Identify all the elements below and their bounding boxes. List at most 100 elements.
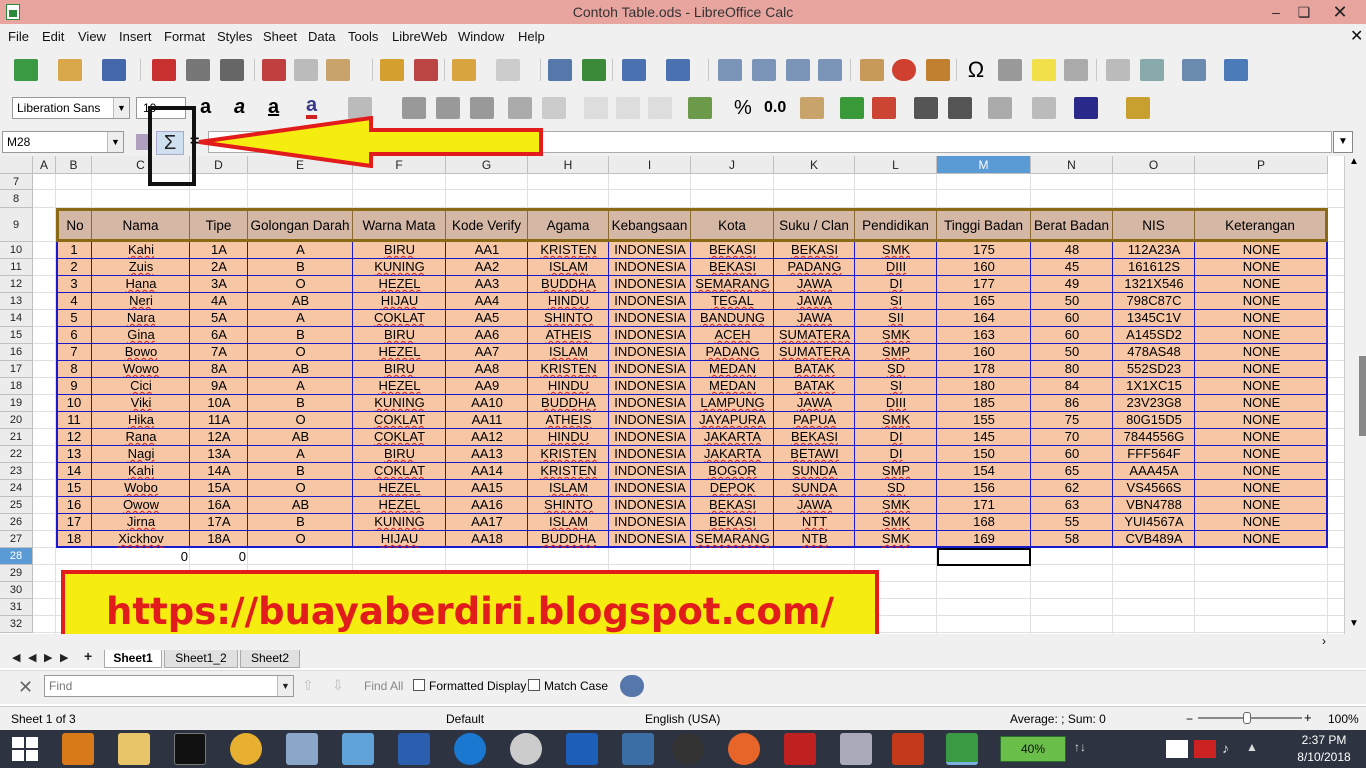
table-cell[interactable]: INDONESIA xyxy=(609,327,691,344)
table-cell[interactable]: BUDDHA xyxy=(528,531,609,548)
header-cell[interactable]: Nama xyxy=(92,211,190,239)
table-cell[interactable]: 60 xyxy=(1031,310,1113,327)
table-cell[interactable]: 75 xyxy=(1031,412,1113,429)
table-cell[interactable]: INDONESIA xyxy=(609,429,691,446)
table-cell[interactable]: MEDAN xyxy=(691,361,774,378)
scroll-right-icon[interactable]: › xyxy=(1322,634,1326,648)
name-box[interactable]: M28 ▼ xyxy=(2,131,124,153)
formatted-display-checkbox[interactable] xyxy=(413,679,425,691)
table-cell[interactable]: 154 xyxy=(937,463,1031,480)
table-cell[interactable]: SMK xyxy=(855,242,937,259)
table-cell[interactable]: PAPUA xyxy=(774,412,855,429)
align-bottom-icon[interactable] xyxy=(648,97,672,119)
game-app-icon[interactable] xyxy=(892,733,924,765)
table-cell[interactable]: COKLAT xyxy=(353,463,446,480)
table-cell[interactable]: JAWA xyxy=(774,310,855,327)
column-header-o[interactable]: O xyxy=(1113,156,1195,174)
spelling-icon[interactable] xyxy=(582,59,606,81)
table-cell[interactable]: 8A xyxy=(190,361,248,378)
header-cell[interactable]: Pendidikan xyxy=(855,211,937,239)
table-cell[interactable]: JAWA xyxy=(774,276,855,293)
table-cell[interactable]: 2 xyxy=(56,259,92,276)
table-cell[interactable]: A xyxy=(248,378,353,395)
column-header-l[interactable]: L xyxy=(855,156,937,174)
prev-sheet-icon[interactable]: ◀ xyxy=(28,651,36,664)
table-cell[interactable]: AA7 xyxy=(446,344,528,361)
table-cell[interactable]: JAWA xyxy=(774,395,855,412)
print-preview-icon[interactable] xyxy=(220,59,244,81)
table-cell[interactable]: 80G15D5 xyxy=(1113,412,1195,429)
header-cell[interactable]: Golongan Darah xyxy=(248,211,353,239)
table-cell[interactable]: 1321X546 xyxy=(1113,276,1195,293)
table-cell[interactable]: 10A xyxy=(190,395,248,412)
table-cell[interactable]: 18 xyxy=(56,531,92,548)
table-cell[interactable]: Hika xyxy=(92,412,190,429)
table-cell[interactable]: Hana xyxy=(92,276,190,293)
table-cell[interactable]: 50 xyxy=(1031,344,1113,361)
table-cell[interactable]: NONE xyxy=(1195,344,1328,361)
table-cell[interactable]: BIRU xyxy=(353,327,446,344)
table-cell[interactable]: 7 xyxy=(56,344,92,361)
table-cell[interactable]: 9A xyxy=(190,378,248,395)
header-cell[interactable]: Tipe xyxy=(190,211,248,239)
table-cell[interactable]: 112A23A xyxy=(1113,242,1195,259)
clock-app-icon[interactable] xyxy=(510,733,542,765)
table-cell[interactable]: Owow xyxy=(92,497,190,514)
table-cell[interactable]: ISLAM xyxy=(528,480,609,497)
row-header-14[interactable]: 14 xyxy=(0,310,33,327)
table-cell[interactable]: 177 xyxy=(937,276,1031,293)
print-icon[interactable] xyxy=(186,59,210,81)
minimize-icon[interactable]: – xyxy=(1262,2,1290,22)
border-style-icon[interactable] xyxy=(1032,97,1056,119)
table-cell[interactable]: 65 xyxy=(1031,463,1113,480)
table-cell[interactable]: AA14 xyxy=(446,463,528,480)
table-cell[interactable]: 50 xyxy=(1031,293,1113,310)
table-cell[interactable]: COKLAT xyxy=(353,412,446,429)
tray-app-icon[interactable] xyxy=(1166,740,1188,758)
table-cell[interactable]: KUNING xyxy=(353,514,446,531)
table-cell[interactable]: 145 xyxy=(937,429,1031,446)
row-header-12[interactable]: 12 xyxy=(0,276,33,293)
table-cell[interactable]: JAYAPURA xyxy=(691,412,774,429)
table-cell[interactable]: JAKARTA xyxy=(691,429,774,446)
table-cell[interactable]: Cici xyxy=(92,378,190,395)
table-cell[interactable]: 13 xyxy=(56,446,92,463)
table-cell[interactable]: AA12 xyxy=(446,429,528,446)
row-header-27[interactable]: 27 xyxy=(0,531,33,548)
export-pdf-icon[interactable] xyxy=(152,59,176,81)
table-cell[interactable]: KRISTEN xyxy=(528,446,609,463)
table-cell[interactable]: SD xyxy=(855,361,937,378)
table-cell[interactable]: BIRU xyxy=(353,446,446,463)
row-header-11[interactable]: 11 xyxy=(0,259,33,276)
table-cell[interactable]: NONE xyxy=(1195,242,1328,259)
table-cell[interactable]: 1A xyxy=(190,242,248,259)
table-cell[interactable]: HEZEL xyxy=(353,344,446,361)
row-header-30[interactable]: 30 xyxy=(0,582,33,599)
table-cell[interactable]: COKLAT xyxy=(353,310,446,327)
table-cell[interactable]: SII xyxy=(855,310,937,327)
table-cell[interactable]: INDONESIA xyxy=(609,412,691,429)
table-cell[interactable]: NONE xyxy=(1195,446,1328,463)
table-cell[interactable]: SMK xyxy=(855,412,937,429)
header-cell[interactable]: Kebangsaan xyxy=(609,211,691,239)
hyperlink-icon[interactable] xyxy=(998,59,1022,81)
table-cell[interactable]: COKLAT xyxy=(353,429,446,446)
table-cell[interactable]: INDONESIA xyxy=(609,480,691,497)
table-cell[interactable]: 9 xyxy=(56,378,92,395)
paste-icon[interactable] xyxy=(326,59,350,81)
table-cell[interactable]: NONE xyxy=(1195,514,1328,531)
zoom-slider-handle[interactable] xyxy=(1243,712,1251,724)
column-header-i[interactable]: I xyxy=(609,156,691,174)
table-cell[interactable]: 17A xyxy=(190,514,248,531)
sort-descending-icon[interactable] xyxy=(752,59,776,81)
table-cell[interactable]: NONE xyxy=(1195,259,1328,276)
table-cell[interactable]: AA3 xyxy=(446,276,528,293)
table-cell[interactable]: HEZEL xyxy=(353,276,446,293)
menu-edit[interactable]: Edit xyxy=(42,29,64,44)
table-cell[interactable]: 180 xyxy=(937,378,1031,395)
table-cell[interactable]: HIJAU xyxy=(353,531,446,548)
row-header-16[interactable]: 16 xyxy=(0,344,33,361)
table-cell[interactable]: 478AS48 xyxy=(1113,344,1195,361)
table-cell[interactable]: Jirna xyxy=(92,514,190,531)
table-cell[interactable]: KUNING xyxy=(353,395,446,412)
